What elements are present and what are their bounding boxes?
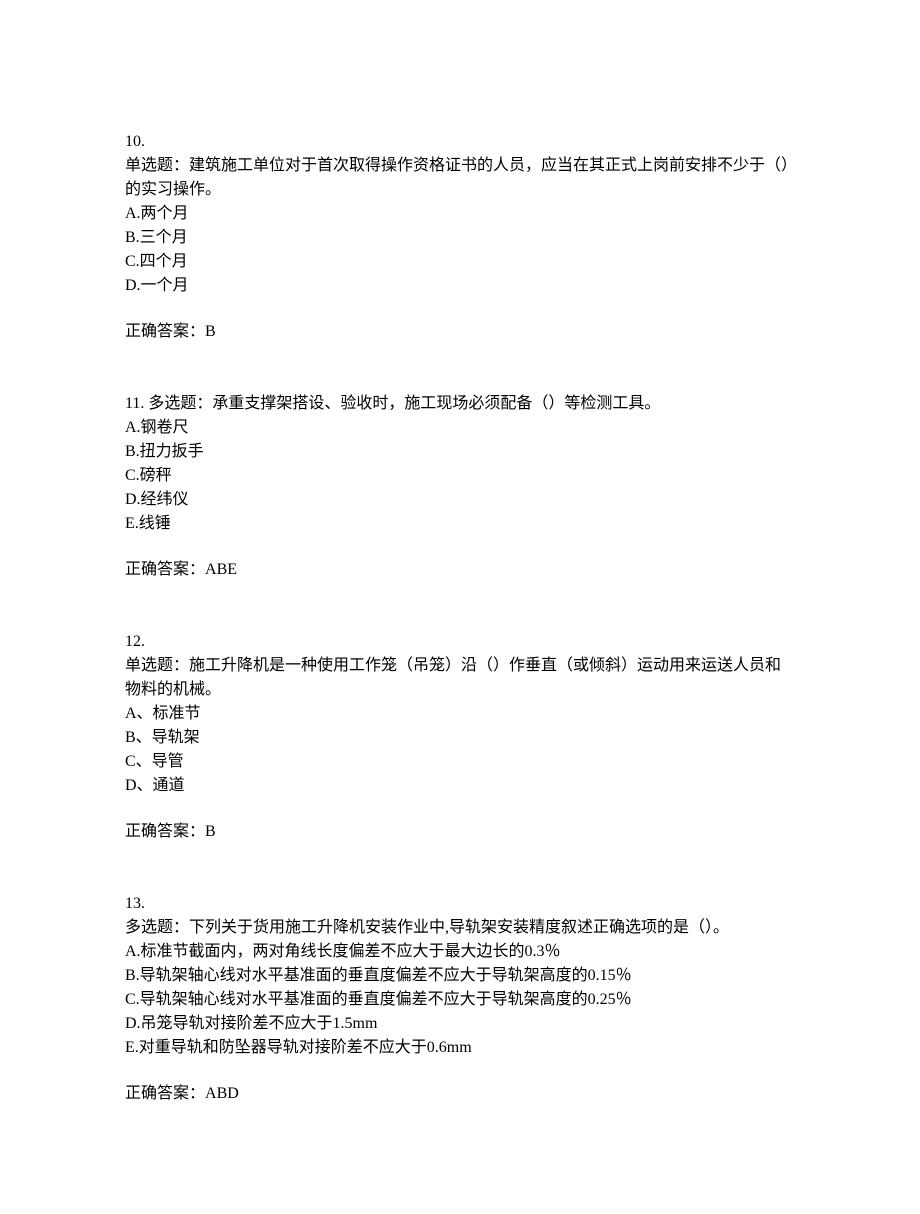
option-b: B.扭力扳手 (125, 440, 795, 464)
question-stem: 单选题：施工升降机是一种使用工作笼（吊笼）沿（）作垂直（或倾斜）运动用来运送人员… (125, 654, 795, 702)
answer-value: ABD (205, 1085, 239, 1102)
question-number: 12. (125, 630, 795, 654)
question-13: 13. 多选题：下列关于货用施工升降机安装作业中,导轨架安装精度叙述正确选项的是… (125, 892, 795, 1106)
question-11: 11. 多选题：承重支撑架搭设、验收时，施工现场必须配备（）等检测工具。 A.钢… (125, 392, 795, 582)
option-d: D、通道 (125, 774, 795, 798)
question-number: 10. (125, 130, 795, 154)
answer-label: 正确答案： (125, 561, 205, 578)
question-type-label: 多选题： (125, 919, 189, 936)
page-container: 10. 单选题：建筑施工单位对于首次取得操作资格证书的人员，应当在其正式上岗前安… (0, 0, 920, 1214)
option-e: E.对重导轨和防坠器导轨对接阶差不应大于0.6mm (125, 1036, 795, 1060)
question-stem-text: 承重支撑架搭设、验收时，施工现场必须配备（）等检测工具。 (212, 395, 660, 412)
answer-line: 正确答案：B (125, 820, 795, 844)
option-a: A.钢卷尺 (125, 416, 795, 440)
option-b: B.三个月 (125, 226, 795, 250)
option-a: A.两个月 (125, 202, 795, 226)
question-10: 10. 单选题：建筑施工单位对于首次取得操作资格证书的人员，应当在其正式上岗前安… (125, 130, 795, 344)
answer-value: ABE (205, 561, 237, 578)
option-c: C、导管 (125, 750, 795, 774)
answer-line: 正确答案：ABD (125, 1082, 795, 1106)
answer-label: 正确答案： (125, 823, 205, 840)
option-b: B.导轨架轴心线对水平基准面的垂直度偏差不应大于导轨架高度的0.15％ (125, 964, 795, 988)
option-d: D.吊笼导轨对接阶差不应大于1.5mm (125, 1012, 795, 1036)
question-type-label: 单选题： (125, 657, 189, 674)
option-e: E.线锤 (125, 512, 795, 536)
question-number: 13. (125, 892, 795, 916)
option-a: A、标准节 (125, 702, 795, 726)
answer-value: B (205, 323, 216, 340)
question-stem-text: 建筑施工单位对于首次取得操作资格证书的人员，应当在其正式上岗前安排不少于（）的实… (125, 157, 789, 198)
answer-label: 正确答案： (125, 323, 205, 340)
question-stem: 单选题：建筑施工单位对于首次取得操作资格证书的人员，应当在其正式上岗前安排不少于… (125, 154, 795, 202)
question-stem-text: 施工升降机是一种使用工作笼（吊笼）沿（）作垂直（或倾斜）运动用来运送人员和物料的… (125, 657, 781, 698)
answer-value: B (205, 823, 216, 840)
option-c: C.导轨架轴心线对水平基准面的垂直度偏差不应大于导轨架高度的0.25％ (125, 988, 795, 1012)
answer-label: 正确答案： (125, 1085, 205, 1102)
question-12: 12. 单选题：施工升降机是一种使用工作笼（吊笼）沿（）作垂直（或倾斜）运动用来… (125, 630, 795, 844)
option-c: C.磅秤 (125, 464, 795, 488)
option-c: C.四个月 (125, 250, 795, 274)
option-a: A.标准节截面内，两对角线长度偏差不应大于最大边长的0.3％ (125, 940, 795, 964)
question-type-label: 多选题： (144, 395, 212, 412)
question-stem: 多选题：下列关于货用施工升降机安装作业中,导轨架安装精度叙述正确选项的是（）。 (125, 916, 795, 940)
answer-line: 正确答案：B (125, 320, 795, 344)
question-type-label: 单选题： (125, 157, 189, 174)
question-stem: 11. 多选题：承重支撑架搭设、验收时，施工现场必须配备（）等检测工具。 (125, 392, 795, 416)
question-number: 11. (125, 395, 144, 412)
option-d: D.一个月 (125, 274, 795, 298)
answer-line: 正确答案：ABE (125, 558, 795, 582)
option-d: D.经纬仪 (125, 488, 795, 512)
option-b: B、导轨架 (125, 726, 795, 750)
question-stem-text: 下列关于货用施工升降机安装作业中,导轨架安装精度叙述正确选项的是（）。 (189, 919, 729, 936)
